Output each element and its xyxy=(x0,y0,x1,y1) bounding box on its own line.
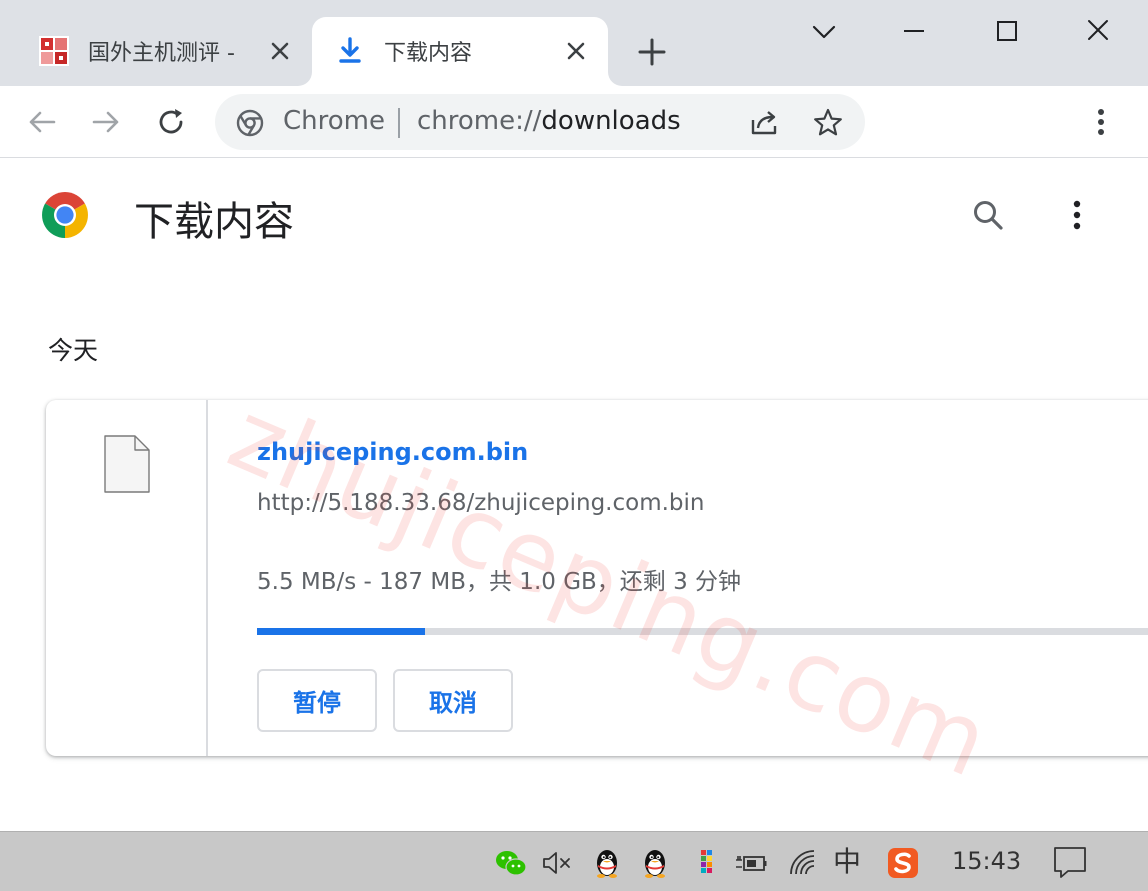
volume-muted-icon[interactable] xyxy=(540,846,574,880)
input-method-label[interactable]: 中 xyxy=(830,844,864,880)
qq-penguin-icon[interactable] xyxy=(638,846,672,880)
color-grid-app-icon[interactable] xyxy=(690,846,724,880)
network-wifi-icon[interactable] xyxy=(786,846,820,880)
notification-center-icon[interactable] xyxy=(1052,844,1088,882)
site-favicon-icon xyxy=(39,36,69,66)
cancel-button[interactable]: 取消 xyxy=(393,669,513,732)
search-icon[interactable] xyxy=(968,195,1008,235)
share-icon[interactable] xyxy=(747,106,781,140)
tab-zhujiceping[interactable]: 国外主机测评 - xyxy=(22,17,312,86)
chrome-page-icon xyxy=(236,109,264,137)
pause-button[interactable]: 暂停 xyxy=(257,669,377,732)
download-icon xyxy=(339,37,361,63)
back-arrow-icon[interactable] xyxy=(22,102,62,142)
tab-search-chevron-icon[interactable] xyxy=(802,10,846,54)
chrome-chip-label: Chrome xyxy=(283,106,385,136)
window-close-icon[interactable] xyxy=(1076,10,1120,54)
file-icon xyxy=(104,435,150,493)
download-progress-bar xyxy=(257,628,1148,635)
downloads-page: 下载内容 今天 zhujiceping.com.bin http://5.188… xyxy=(0,159,1148,831)
tab-title: 国外主机测评 - xyxy=(88,41,235,66)
new-tab-icon[interactable] xyxy=(634,34,670,70)
system-taskbar: 中 15:43 xyxy=(0,831,1148,891)
download-item-card: zhujiceping.com.bin http://5.188.33.68/z… xyxy=(46,400,1148,756)
url-text[interactable]: chrome://downloads xyxy=(417,106,681,136)
download-progress-fill xyxy=(257,628,426,635)
bookmark-star-icon[interactable] xyxy=(811,106,845,140)
download-file-name-link[interactable]: zhujiceping.com.bin xyxy=(257,438,528,466)
download-source-url[interactable]: http://5.188.33.68/zhujiceping.com.bin xyxy=(257,490,705,516)
close-tab-icon[interactable] xyxy=(562,37,590,65)
url-path: downloads xyxy=(541,106,681,136)
minimize-icon[interactable] xyxy=(892,10,936,54)
qq-penguin-icon[interactable] xyxy=(590,846,624,880)
browser-menu-icon[interactable] xyxy=(1084,104,1118,140)
browser-toolbar: Chrome chrome://downloads xyxy=(0,86,1148,158)
card-divider xyxy=(206,400,208,756)
system-clock[interactable]: 15:43 xyxy=(952,847,1021,875)
maximize-icon[interactable] xyxy=(985,10,1029,54)
battery-charging-icon[interactable] xyxy=(734,846,768,880)
chrome-logo-icon xyxy=(42,192,88,238)
download-status-text: 5.5 MB/s - 187 MB，共 1.0 GB，还剩 3 分钟 xyxy=(257,569,742,595)
wechat-icon[interactable] xyxy=(494,846,528,880)
date-section-label: 今天 xyxy=(48,336,99,365)
url-scheme: chrome:// xyxy=(417,106,542,136)
address-bar[interactable]: Chrome chrome://downloads xyxy=(215,94,865,150)
tab-downloads[interactable]: 下载内容 xyxy=(312,17,608,86)
reload-icon[interactable] xyxy=(151,102,191,142)
omnibox-divider xyxy=(398,108,400,138)
more-options-icon[interactable] xyxy=(1060,195,1094,235)
close-tab-icon[interactable] xyxy=(266,37,294,65)
forward-arrow-icon[interactable] xyxy=(86,102,126,142)
tab-strip: 国外主机测评 - 下载内容 xyxy=(0,0,1148,86)
tab-title: 下载内容 xyxy=(384,41,473,66)
sogou-input-icon[interactable] xyxy=(886,846,920,880)
page-title: 下载内容 xyxy=(134,199,294,245)
